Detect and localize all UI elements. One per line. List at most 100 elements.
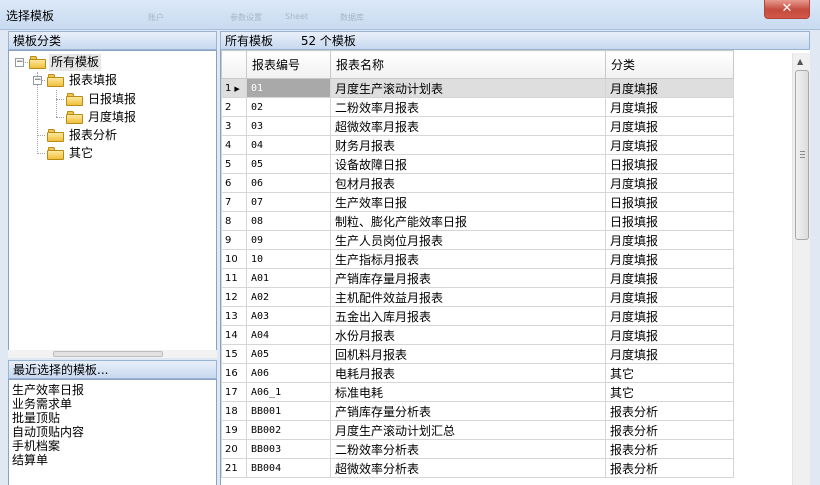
template-name: 水份月报表	[330, 325, 606, 345]
template-name-text: 超微效率分析表	[335, 461, 420, 476]
template-code: A02	[246, 287, 331, 307]
template-code-text: 01	[251, 82, 264, 94]
scrollbar-thumb[interactable]	[795, 70, 809, 240]
table-row[interactable]: 17 A06_1 标准电耗 其它	[221, 382, 734, 402]
template-category-text: 月度填报	[610, 309, 659, 324]
template-category: 日报填报	[605, 154, 734, 174]
template-category-text: 月度填报	[610, 271, 659, 286]
column-header-category[interactable]: 分类	[605, 50, 734, 79]
close-icon: ✕	[781, 1, 793, 16]
close-button[interactable]: ✕	[764, 0, 810, 19]
template-name-text: 月度生产滚动计划表	[335, 81, 444, 96]
table-row[interactable]: 4 04 财务月报表 月度填报	[221, 135, 734, 155]
row-number-text: 18	[225, 405, 238, 417]
grid-vertical-scrollbar[interactable]: ▲	[792, 53, 810, 485]
collapse-icon[interactable]: −	[33, 76, 42, 85]
table-row[interactable]: 15 A05 回机料月报表 月度填报	[221, 344, 734, 364]
template-code-text: BB002	[251, 424, 282, 436]
template-code-text: A06_1	[251, 386, 282, 398]
template-name: 制粒、膨化产能效率日报	[330, 211, 606, 231]
template-category-text: 月度填报	[610, 328, 659, 343]
table-row[interactable]: 2 02 二粉效率月报表 月度填报	[221, 97, 734, 117]
template-category: 月度填报	[605, 116, 734, 136]
template-name: 财务月报表	[330, 135, 606, 155]
table-row[interactable]: 10 10 生产指标月报表 月度填报	[221, 249, 734, 269]
category-panel-header: 模板分类	[8, 31, 217, 50]
table-row[interactable]: 8 08 制粒、膨化产能效率日报 日报填报	[221, 211, 734, 231]
row-number-text: 12	[225, 291, 238, 303]
row-number: 10	[221, 249, 247, 269]
column-header-code[interactable]: 报表编号	[246, 50, 331, 79]
recent-item[interactable]: 手机档案	[12, 439, 60, 453]
collapse-icon[interactable]: −	[15, 58, 24, 67]
folder-icon	[47, 147, 64, 160]
row-number: 2	[221, 97, 247, 117]
row-number-text: 11	[225, 272, 238, 284]
table-row[interactable]: 18 BB001 产销库存量分析表 报表分析	[221, 401, 734, 421]
table-row[interactable]: 12 A02 主机配件效益月报表 月度填报	[221, 287, 734, 307]
recent-item[interactable]: 结算单	[12, 453, 48, 467]
scroll-up-icon[interactable]: ▲	[797, 57, 803, 66]
recent-template-list: 生产效率日报 业务需求单 批量顶贴 自动顶贴内容 手机档案 结算单	[8, 379, 217, 485]
folder-open-icon	[47, 74, 64, 87]
table-row[interactable]: 11 A01 产销库存量月报表 月度填报	[221, 268, 734, 288]
template-code: A06_1	[246, 382, 331, 402]
recent-item[interactable]: 业务需求单	[12, 397, 72, 411]
template-name-text: 主机配件效益月报表	[335, 290, 444, 305]
template-code-text: A01	[251, 272, 270, 284]
table-row[interactable]: 21 BB004 超微效率分析表 报表分析	[221, 458, 734, 478]
template-count: 52 个模板	[300, 34, 356, 48]
table-row[interactable]: 1 ▶ 01 月度生产滚动计划表 月度填报	[221, 78, 734, 98]
template-name-text: 生产人员岗位月报表	[335, 233, 444, 248]
table-row[interactable]: 3 03 超微效率月报表 月度填报	[221, 116, 734, 136]
template-code: BB003	[246, 439, 331, 459]
template-category-text: 月度填报	[610, 138, 659, 153]
table-row[interactable]: 19 BB002 月度生产滚动计划汇总 报表分析	[221, 420, 734, 440]
recent-item[interactable]: 批量顶贴	[12, 411, 60, 425]
column-header-name[interactable]: 报表名称	[330, 50, 606, 79]
tree-node-label: 月度填报	[88, 110, 137, 124]
template-code-text: BB001	[251, 405, 282, 417]
template-category-text: 月度填报	[610, 119, 659, 134]
table-row[interactable]: 6 06 包材月报表 月度填报	[221, 173, 734, 193]
template-name-text: 产销库存量分析表	[335, 404, 432, 419]
table-row[interactable]: 5 05 设备故障日报 日报填报	[221, 154, 734, 174]
grip-icon	[800, 151, 805, 158]
template-category: 月度填报	[605, 78, 734, 98]
table-header-row: 报表编号 报表名称 分类	[221, 50, 734, 79]
template-category: 月度填报	[605, 344, 734, 364]
recent-item[interactable]: 自动顶贴内容	[12, 425, 84, 439]
table-row[interactable]: 13 A03 五金出入库月报表 月度填报	[221, 306, 734, 326]
template-code: 10	[246, 249, 331, 269]
row-number-text: 6	[225, 177, 232, 189]
template-code-text: 06	[251, 177, 264, 189]
recent-panel-title: 最近选择的模板...	[13, 363, 109, 377]
row-number: 19	[221, 420, 247, 440]
template-category: 月度填报	[605, 268, 734, 288]
template-name: 月度生产滚动计划表	[330, 78, 606, 98]
recent-panel-header: 最近选择的模板...	[8, 360, 217, 379]
table-row[interactable]: 20 BB003 二粉效率分析表 报表分析	[221, 439, 734, 459]
template-name-text: 水份月报表	[335, 328, 396, 343]
template-code: BB004	[246, 458, 331, 478]
tree-horizontal-scrollbar[interactable]	[8, 350, 217, 358]
template-grid[interactable]: 报表编号 报表名称 分类 1 ▶ 01 月度生产滚动计划表 月度填报 2 02 二粉效率月报表…	[220, 50, 810, 485]
template-category: 月度填报	[605, 230, 734, 250]
category-tree[interactable]: − − 所有模板 报表填报 日报填报 月度填报 报表分析 其它	[8, 50, 217, 358]
template-name: 产销库存量月报表	[330, 268, 606, 288]
table-row[interactable]: 7 07 生产效率日报 日报填报	[221, 192, 734, 212]
template-category-text: 月度填报	[610, 176, 659, 191]
row-pointer-icon: ▶	[234, 84, 240, 93]
row-number-text: 3	[225, 120, 232, 132]
folder-icon	[47, 129, 64, 142]
recent-item[interactable]: 生产效率日报	[12, 383, 84, 397]
row-number-text: 21	[225, 462, 238, 474]
scrollbar-thumb[interactable]	[53, 351, 163, 357]
template-category: 月度填报	[605, 325, 734, 345]
tree-line	[37, 153, 45, 154]
table-row[interactable]: 14 A04 水份月报表 月度填报	[221, 325, 734, 345]
template-category-text: 月度填报	[610, 233, 659, 248]
table-row[interactable]: 9 09 生产人员岗位月报表 月度填报	[221, 230, 734, 250]
table-row[interactable]: 16 A06 电耗月报表 其它	[221, 363, 734, 383]
template-name-text: 制粒、膨化产能效率日报	[335, 214, 468, 229]
